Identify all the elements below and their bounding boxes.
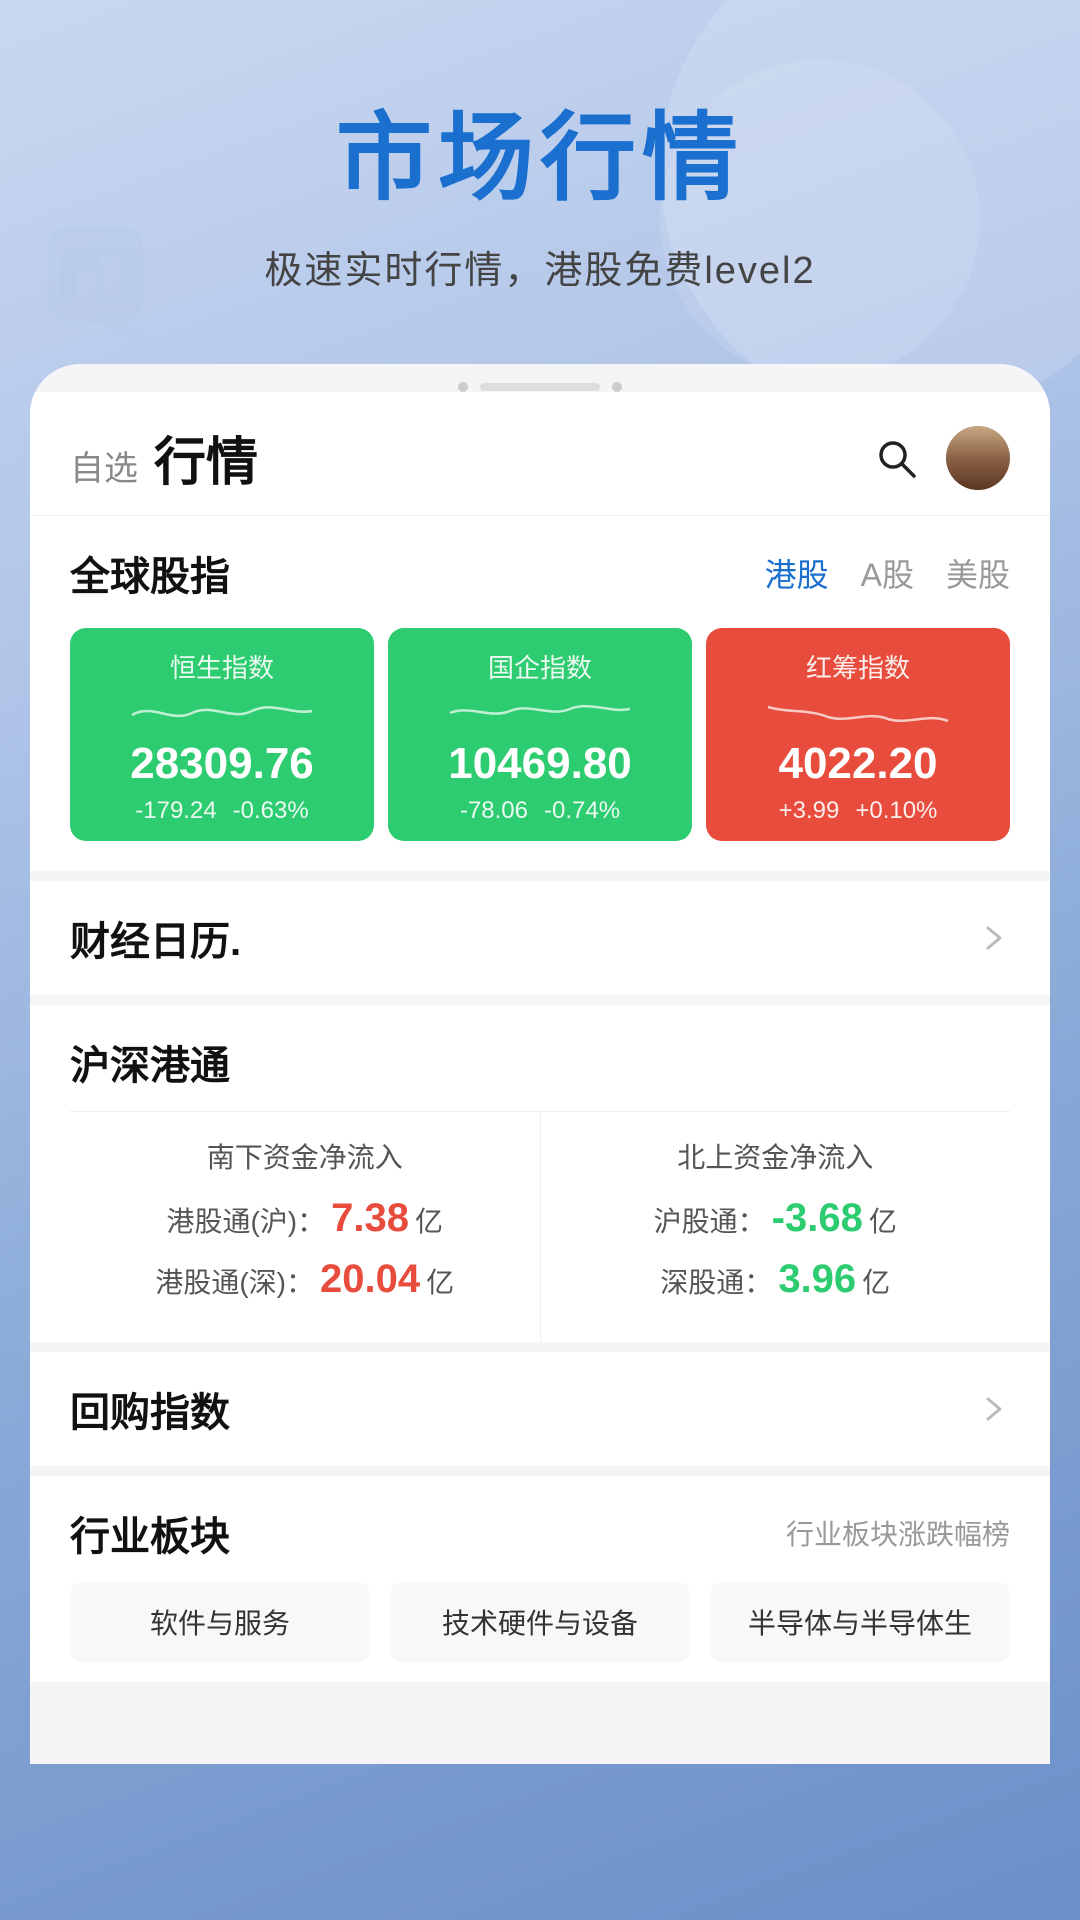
hk-south-col: 南下资金净流入 港股通(沪)： 7.38 亿 港股通(深)： 20.04 亿: [70, 1112, 541, 1342]
nav-bar: 自选 行情: [30, 392, 1050, 516]
industry-card-2[interactable]: 半导体与半导体生: [710, 1582, 1010, 1662]
rcii-wave: [726, 693, 990, 729]
north-row1-unit: 亿: [869, 1200, 897, 1240]
industry-link[interactable]: 行业板块涨跌幅榜: [786, 1513, 1010, 1553]
hk-north-col: 北上资金净流入 沪股通： -3.68 亿 深股通： 3.96 亿: [541, 1112, 1011, 1342]
industry-card-1[interactable]: 技术硬件与设备: [390, 1582, 690, 1662]
hk-connect-grid: 南下资金净流入 港股通(沪)： 7.38 亿 港股通(深)： 20.04 亿 北…: [70, 1111, 1010, 1342]
south-row2-value: 20.04: [320, 1257, 420, 1302]
avatar[interactable]: [946, 426, 1010, 490]
north-row2-value: 3.96: [778, 1257, 856, 1302]
south-row2: 港股通(深)： 20.04 亿: [86, 1257, 524, 1302]
divider-2: [30, 995, 1050, 1005]
finance-calendar-section[interactable]: 财经日历.: [30, 881, 1050, 995]
divider-1: [30, 871, 1050, 881]
south-row1-value: 7.38: [331, 1196, 409, 1241]
hscei-change2: -0.74%: [544, 797, 620, 825]
divider-4: [30, 1466, 1050, 1476]
hsi-value: 28309.76: [90, 739, 354, 789]
search-button[interactable]: [870, 432, 922, 484]
north-row1-label: 沪股通：: [654, 1200, 766, 1240]
global-index-header: 全球股指 港股 A股 美股: [30, 516, 1050, 618]
south-row2-unit: 亿: [426, 1261, 454, 1301]
north-row2-label: 深股通：: [660, 1261, 772, 1301]
page-title: 市场行情: [60, 80, 1020, 219]
nav-main-title[interactable]: 行情: [154, 420, 258, 495]
stock-card-rcii[interactable]: 红筹指数 4022.20 +3.99 +0.10%: [706, 628, 1010, 841]
industry-card-0-name: 软件与服务: [150, 1608, 290, 1639]
north-row1-value: -3.68: [772, 1196, 863, 1241]
rcii-change1: +3.99: [779, 797, 840, 825]
north-row2-unit: 亿: [862, 1261, 890, 1301]
industry-card-0[interactable]: 软件与服务: [70, 1582, 370, 1662]
tab-us[interactable]: 美股: [946, 550, 1010, 596]
nav-right: [870, 426, 1010, 490]
hsi-changes: -179.24 -0.63%: [90, 797, 354, 825]
buyback-chevron-icon: [978, 1393, 1010, 1425]
north-row1: 沪股通： -3.68 亿: [557, 1196, 995, 1241]
hsi-change2: -0.63%: [233, 797, 309, 825]
industry-card-1-name: 技术硬件与设备: [442, 1608, 638, 1639]
stock-card-hsi[interactable]: 恒生指数 28309.76 -179.24 -0.63%: [70, 628, 374, 841]
rcii-name: 红筹指数: [726, 648, 990, 685]
hsi-change1: -179.24: [135, 797, 216, 825]
hscei-change1: -78.06: [460, 797, 528, 825]
industry-title: 行业板块: [70, 1504, 230, 1562]
south-row1-unit: 亿: [415, 1200, 443, 1240]
south-row1-label: 港股通(沪)：: [166, 1200, 325, 1240]
hk-connect-section: 沪深港通 南下资金净流入 港股通(沪)： 7.38 亿 港股通(深)： 20.0…: [30, 1005, 1050, 1342]
north-row2: 深股通： 3.96 亿: [557, 1257, 995, 1302]
phone-card: 自选 行情 全球股指 港股 A股 美股 恒生指数: [30, 364, 1050, 1764]
rcii-value: 4022.20: [726, 739, 990, 789]
buyback-title: 回购指数: [70, 1380, 230, 1438]
scroll-indicator: [30, 364, 1050, 392]
rcii-change2: +0.10%: [855, 797, 937, 825]
nav-left: 自选 行情: [70, 420, 258, 495]
stock-index-cards: 恒生指数 28309.76 -179.24 -0.63% 国企指数 10469.…: [30, 618, 1050, 871]
north-header: 北上资金净流入: [557, 1136, 995, 1176]
industry-header: 行业板块 行业板块涨跌幅榜: [70, 1504, 1010, 1562]
south-header: 南下资金净流入: [86, 1136, 524, 1176]
hscei-wave: [408, 693, 672, 729]
stock-card-hscei[interactable]: 国企指数 10469.80 -78.06 -0.74%: [388, 628, 692, 841]
hk-connect-title: 沪深港通: [70, 1033, 1010, 1091]
avatar-image: [946, 426, 1010, 490]
dot-line: [480, 383, 600, 391]
tab-hk[interactable]: 港股: [765, 550, 829, 596]
nav-zixuan-label[interactable]: 自选: [70, 441, 138, 490]
dot-right: [612, 382, 622, 392]
hscei-changes: -78.06 -0.74%: [408, 797, 672, 825]
search-icon: [874, 436, 918, 480]
industry-cards: 软件与服务 技术硬件与设备 半导体与半导体生: [70, 1582, 1010, 1662]
hscei-name: 国企指数: [408, 648, 672, 685]
finance-calendar-title: 财经日历.: [70, 909, 241, 967]
hscei-value: 10469.80: [408, 739, 672, 789]
global-index-title: 全球股指: [70, 544, 230, 602]
header-section: 市场行情 极速实时行情，港股免费level2: [0, 0, 1080, 334]
south-row2-label: 港股通(深)：: [155, 1261, 314, 1301]
market-tabs: 港股 A股 美股: [765, 550, 1010, 596]
rcii-changes: +3.99 +0.10%: [726, 797, 990, 825]
buyback-section[interactable]: 回购指数: [30, 1352, 1050, 1466]
page-subtitle: 极速实时行情，港股免费level2: [60, 239, 1020, 294]
tab-a[interactable]: A股: [861, 550, 914, 596]
hsi-wave: [90, 693, 354, 729]
divider-3: [30, 1342, 1050, 1352]
industry-card-2-name: 半导体与半导体生: [748, 1608, 972, 1639]
chevron-right-icon: [978, 922, 1010, 954]
dot-left: [458, 382, 468, 392]
hsi-name: 恒生指数: [90, 648, 354, 685]
south-row1: 港股通(沪)： 7.38 亿: [86, 1196, 524, 1241]
industry-section: 行业板块 行业板块涨跌幅榜 软件与服务 技术硬件与设备 半导体与半导体生: [30, 1476, 1050, 1682]
